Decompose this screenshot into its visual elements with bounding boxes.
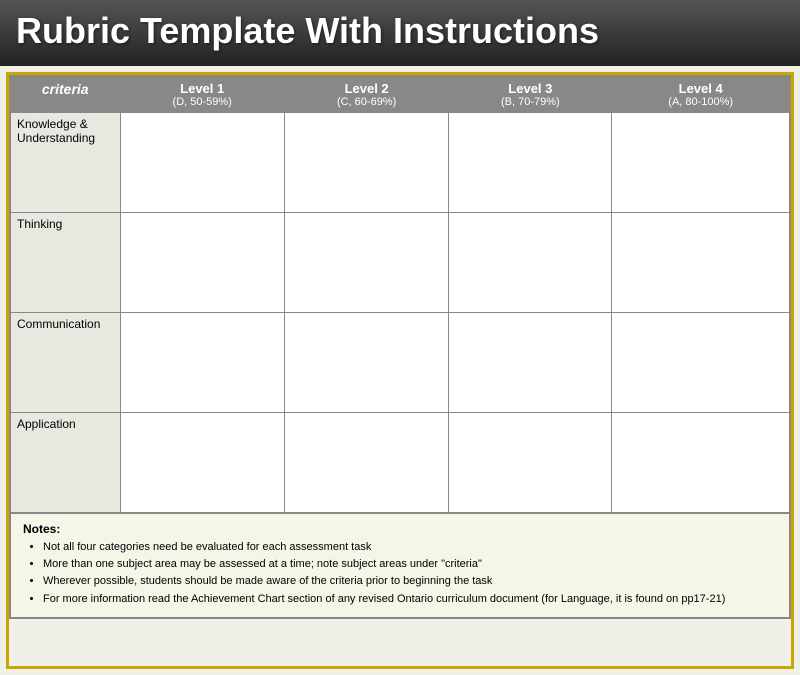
criteria-cell-2: Communication bbox=[10, 313, 120, 413]
level2-header: Level 2 (C, 60-69%) bbox=[284, 76, 448, 113]
criteria-cell-0: Knowledge & Understanding bbox=[10, 113, 120, 213]
level4-header: Level 4 (A, 80-100%) bbox=[612, 76, 790, 113]
criteria-cell-3: Application bbox=[10, 413, 120, 513]
content-cell-1-1 bbox=[284, 213, 448, 313]
table-row: Communication bbox=[10, 313, 790, 413]
content-cell-1-0 bbox=[120, 213, 284, 313]
content-cell-0-3 bbox=[612, 113, 790, 213]
content-cell-0-0 bbox=[120, 113, 284, 213]
content-cell-3-2 bbox=[449, 413, 612, 513]
note-item-0: Not all four categories need be evaluate… bbox=[43, 540, 777, 555]
content-wrapper: criteria Level 1 (D, 50-59%) Level 2 (C,… bbox=[6, 72, 794, 669]
notes-list: Not all four categories need be evaluate… bbox=[23, 540, 777, 608]
rubric-table: criteria Level 1 (D, 50-59%) Level 2 (C,… bbox=[9, 75, 791, 514]
content-cell-1-3 bbox=[612, 213, 790, 313]
page-wrapper: Rubric Template With Instructions criter… bbox=[0, 0, 800, 675]
title-bar: Rubric Template With Instructions bbox=[0, 0, 800, 66]
content-cell-2-3 bbox=[612, 313, 790, 413]
criteria-cell-1: Thinking bbox=[10, 213, 120, 313]
note-item-2: Wherever possible, students should be ma… bbox=[43, 574, 777, 589]
notes-title: Notes: bbox=[23, 522, 777, 536]
content-cell-2-0 bbox=[120, 313, 284, 413]
content-cell-3-3 bbox=[612, 413, 790, 513]
rubric-body: Knowledge & UnderstandingThinkingCommuni… bbox=[10, 113, 790, 513]
note-item-3: For more information read the Achievemen… bbox=[43, 592, 777, 607]
content-cell-0-2 bbox=[449, 113, 612, 213]
content-cell-2-2 bbox=[449, 313, 612, 413]
note-item-1: More than one subject area may be assess… bbox=[43, 557, 777, 572]
content-cell-3-0 bbox=[120, 413, 284, 513]
content-cell-3-1 bbox=[284, 413, 448, 513]
notes-section: Notes: Not all four categories need be e… bbox=[9, 514, 791, 620]
table-row: Knowledge & Understanding bbox=[10, 113, 790, 213]
page-title: Rubric Template With Instructions bbox=[16, 10, 599, 51]
table-row: Thinking bbox=[10, 213, 790, 313]
level3-header: Level 3 (B, 70-79%) bbox=[449, 76, 612, 113]
table-row: Application bbox=[10, 413, 790, 513]
table-header-row: criteria Level 1 (D, 50-59%) Level 2 (C,… bbox=[10, 76, 790, 113]
content-cell-0-1 bbox=[284, 113, 448, 213]
level1-header: Level 1 (D, 50-59%) bbox=[120, 76, 284, 113]
content-cell-2-1 bbox=[284, 313, 448, 413]
criteria-header: criteria bbox=[10, 76, 120, 113]
content-cell-1-2 bbox=[449, 213, 612, 313]
